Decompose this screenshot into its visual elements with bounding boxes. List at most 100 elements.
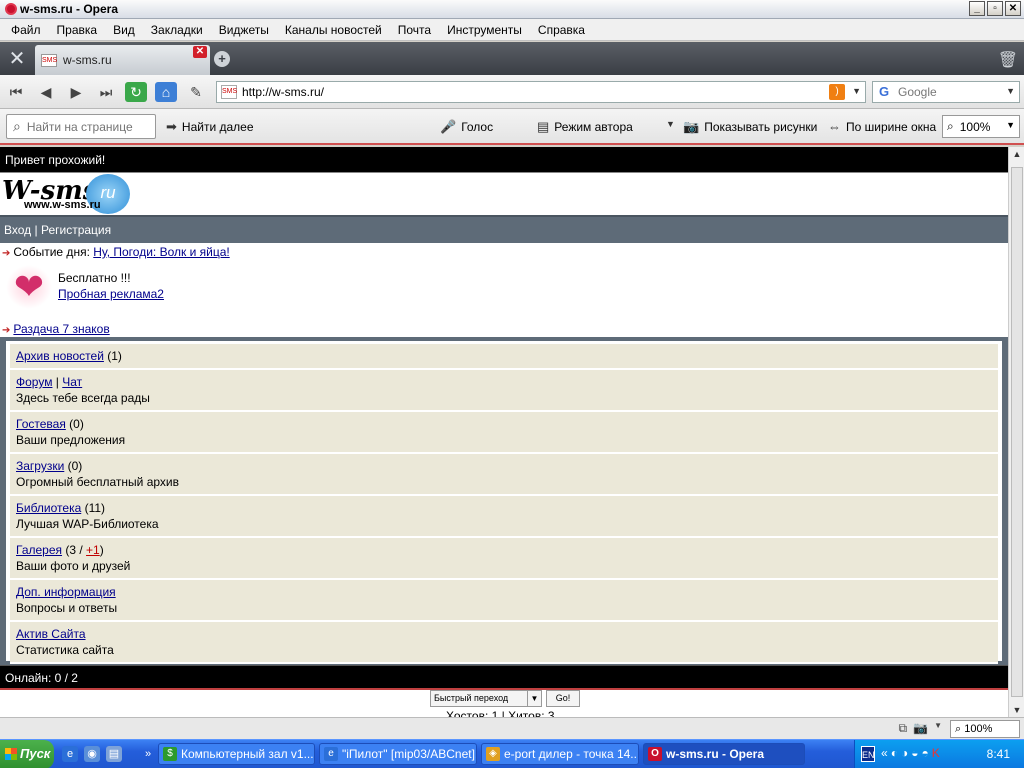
find-next-button[interactable]: ➡ Найти далее [166, 119, 254, 135]
library-link[interactable]: Библиотека [16, 501, 81, 515]
tab-close-icon[interactable]: ✕ [193, 46, 207, 58]
scroll-thumb[interactable] [1011, 167, 1023, 697]
fit-width-button[interactable]: ⇔ По ширине окна [828, 119, 936, 134]
vertical-scrollbar[interactable]: ▲ ▼ [1008, 147, 1024, 717]
menu-edit[interactable]: Правка [49, 19, 106, 41]
minimize-button[interactable]: _ [969, 1, 985, 16]
menu-widgets[interactable]: Виджеты [211, 19, 277, 41]
chevron-down-icon[interactable]: ▼ [1006, 120, 1015, 130]
clock: 8:41 [986, 747, 1010, 761]
task-label: w-sms.ru - Opera [666, 747, 765, 761]
menu-file[interactable]: Файл [3, 19, 49, 41]
forum-link[interactable]: Форум [16, 375, 52, 389]
forward-icon[interactable]: ▶ [65, 82, 87, 102]
scroll-up-icon[interactable]: ▲ [1011, 149, 1023, 159]
downloads-link[interactable]: Загрузки [16, 459, 64, 473]
kaspersky-icon[interactable]: K [932, 746, 940, 760]
address-toolbar: ⏮ ◀ ▶ ⏭ ↻ ⌂ ✎ SMS http://w-sms.ru/ ) ▼ G… [0, 75, 1024, 109]
chevron-down-icon[interactable]: ▼ [666, 119, 675, 129]
zoom-field[interactable]: ⌕ 100% ▼ [942, 115, 1020, 138]
item-count: (0) [69, 417, 84, 431]
rss-icon[interactable]: ) [829, 84, 845, 100]
promo-link[interactable]: Пробная реклама2 [58, 287, 164, 301]
register-link[interactable]: Регистрация [41, 223, 111, 237]
menu-tools[interactable]: Инструменты [439, 19, 530, 41]
list-item: Библиотека (11) Лучшая WAP-Библиотека [10, 496, 998, 538]
voice-button[interactable]: 🎤 Голос [440, 119, 493, 135]
tray-expand-icon[interactable]: « [881, 746, 888, 760]
taskbar-item-active[interactable]: Ow-sms.ru - Opera [643, 743, 805, 765]
promo-text: Бесплатно !!! [58, 271, 131, 285]
address-field[interactable]: SMS http://w-sms.ru/ ) ▼ [216, 81, 866, 103]
show-images-button[interactable]: 📷 Показывать рисунки [683, 119, 817, 135]
extra-info-link[interactable]: Доп. информация [16, 585, 116, 599]
guestbook-link[interactable]: Гостевая [16, 417, 66, 431]
show-images-label: Показывать рисунки [704, 120, 818, 134]
tray-app-icon[interactable]: ◓ [921, 746, 928, 760]
taskbar-item[interactable]: e "iПилот" [mip03/ABCnet]... [319, 743, 477, 765]
quick-jump-select[interactable]: Быстрый переход ▼ [430, 690, 542, 707]
new-tab-icon[interactable]: + [214, 51, 230, 67]
home-icon[interactable]: ⌂ [155, 82, 177, 102]
task-label: "iПилот" [mip03/ABCnet]... [342, 747, 477, 761]
taskbar-item[interactable]: ◈ e-port дилер - точка 14... [481, 743, 639, 765]
chevron-down-icon[interactable]: ▼ [1006, 86, 1015, 96]
chevron-down-icon: ▼ [527, 691, 541, 706]
hearts-image[interactable]: ❤ [6, 265, 52, 309]
author-mode-button[interactable]: ▤ Режим автора [537, 119, 633, 135]
quicklaunch-more-icon[interactable]: » [140, 746, 156, 762]
rewind-icon[interactable]: ⏮ [5, 82, 27, 102]
chevron-down-icon[interactable]: ▼ [934, 721, 942, 736]
tab-w-sms[interactable]: SMS w-sms.ru ✕ [35, 45, 210, 75]
trash-icon[interactable]: 🗑 [998, 50, 1018, 70]
event-link[interactable]: Ну, Погоди: Волк и яйца! [93, 245, 229, 259]
login-link[interactable]: Вход [4, 223, 31, 237]
tray-app-icon[interactable]: ◒ [911, 746, 918, 760]
url-text[interactable]: http://w-sms.ru/ [242, 85, 324, 99]
fit-width-label: По ширине окна [846, 119, 937, 134]
ie-icon[interactable]: e [62, 746, 78, 762]
menu-feeds[interactable]: Каналы новостей [277, 19, 390, 41]
fast-forward-icon[interactable]: ⏭ [95, 82, 117, 102]
chat-link[interactable]: Чат [62, 375, 82, 389]
site-logo[interactable]: W-sms ru www.w-sms.ru [0, 173, 1008, 217]
gallery-link[interactable]: Галерея [16, 543, 62, 557]
menu-view[interactable]: Вид [105, 19, 143, 41]
item-description: Лучшая WAP-Библиотека [16, 517, 159, 531]
search-engine-field[interactable]: G Google ▼ [872, 81, 1020, 103]
panel-toggle-icon[interactable]: ⧉ [899, 721, 908, 736]
go-button[interactable]: Go! [546, 690, 580, 707]
tray-app-icon[interactable]: ◑ [901, 746, 908, 760]
edit-icon[interactable]: ✎ [185, 82, 207, 102]
menu-mail[interactable]: Почта [390, 19, 439, 41]
site-activity-link[interactable]: Актив Сайта [16, 627, 86, 641]
news-archive-link[interactable]: Архив новостей [16, 349, 104, 363]
language-indicator[interactable]: EN [861, 746, 875, 762]
find-in-page-field[interactable]: ⌕ [6, 114, 156, 139]
list-item: Актив Сайта Статистика сайта [10, 622, 998, 664]
bullet-arrow-icon: ➔ [2, 325, 11, 336]
quicklaunch-icon[interactable]: ◉ [84, 746, 100, 762]
tools-icon[interactable]: ✕ [0, 42, 34, 75]
find-toolbar: ⌕ ➡ Найти далее 🎤 Голос ▤ Режим автора ▼ 📷 П… [0, 109, 1024, 145]
close-window-button[interactable]: ✕ [1005, 1, 1021, 16]
start-button[interactable]: Пуск [0, 740, 54, 768]
maximize-button[interactable]: ▫ [987, 1, 1003, 16]
tray-app-icon[interactable]: ◐ [891, 746, 898, 760]
reload-icon[interactable]: ↻ [125, 82, 147, 102]
camera-icon[interactable]: 📷 [913, 721, 928, 736]
find-input[interactable] [26, 119, 137, 134]
taskbar-item[interactable]: $ Компьютерный зал v1.... [158, 743, 315, 765]
back-icon[interactable]: ◀ [35, 82, 57, 102]
menu-help[interactable]: Справка [530, 19, 593, 41]
giveaway-link[interactable]: Раздача 7 знаков [13, 322, 109, 336]
greeting-bar: Привет прохожий! [0, 147, 1008, 173]
scroll-down-icon[interactable]: ▼ [1011, 705, 1023, 715]
quicklaunch-icon[interactable]: ▤ [106, 746, 122, 762]
status-zoom-value: 100% [964, 723, 993, 735]
menu-bookmarks[interactable]: Закладки [143, 19, 211, 41]
gallery-new-link[interactable]: +1 [86, 543, 100, 557]
status-zoom-field[interactable]: ⌕ 100% [950, 720, 1020, 738]
camera-icon: 📷 [683, 119, 700, 134]
chevron-down-icon[interactable]: ▼ [852, 86, 861, 96]
